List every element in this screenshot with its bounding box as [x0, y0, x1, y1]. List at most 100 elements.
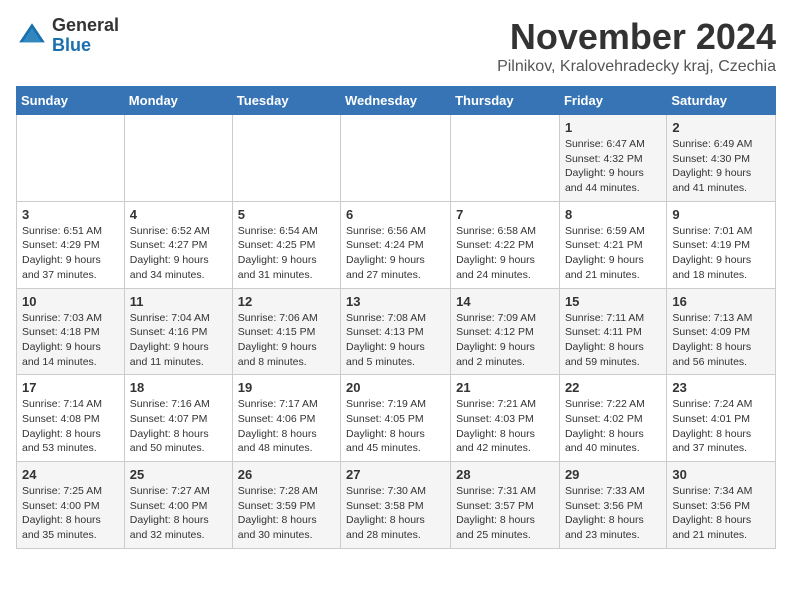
- day-info: Sunrise: 7:25 AM Sunset: 4:00 PM Dayligh…: [22, 484, 119, 543]
- day-info: Sunrise: 6:58 AM Sunset: 4:22 PM Dayligh…: [456, 224, 554, 283]
- day-number: 30: [672, 467, 770, 482]
- calendar-cell: 16Sunrise: 7:13 AM Sunset: 4:09 PM Dayli…: [667, 288, 776, 375]
- weekday-header-sunday: Sunday: [17, 87, 125, 115]
- month-title: November 2024: [497, 16, 776, 58]
- day-info: Sunrise: 7:11 AM Sunset: 4:11 PM Dayligh…: [565, 311, 661, 370]
- day-number: 6: [346, 207, 445, 222]
- day-number: 14: [456, 294, 554, 309]
- day-info: Sunrise: 7:33 AM Sunset: 3:56 PM Dayligh…: [565, 484, 661, 543]
- calendar-cell: 12 Sunrise: 7:06 AM Sunset: 4:15 PM Dayli…: [232, 288, 340, 375]
- day-number: 12: [238, 294, 335, 309]
- calendar-cell: 30 Sunrise: 7:34 AM Sunset: 3:56 PM Dayli…: [667, 462, 776, 549]
- weekday-header-row: SundayMondayTuesdayWednesdayThursdayFrid…: [17, 87, 776, 115]
- calendar-cell: 25Sunrise: 7:27 AM Sunset: 4:00 PM Dayli…: [124, 462, 232, 549]
- day-number: 22: [565, 380, 661, 395]
- day-info: Sunrise: 7:08 AM Sunset: 4:13 PM Dayligh…: [346, 311, 445, 370]
- calendar-cell: 5 Sunrise: 6:54 AM Sunset: 4:25 PM Daylig…: [232, 201, 340, 288]
- day-number: 7: [456, 207, 554, 222]
- calendar-cell: 13Sunrise: 7:08 AM Sunset: 4:13 PM Dayli…: [341, 288, 451, 375]
- logo-blue-text: Blue: [52, 36, 119, 56]
- day-number: 2: [672, 120, 770, 135]
- day-number: 17: [22, 380, 119, 395]
- day-info: Sunrise: 7:21 AM Sunset: 4:03 PM Dayligh…: [456, 397, 554, 456]
- calendar-cell: 6Sunrise: 6:56 AM Sunset: 4:24 PM Daylig…: [341, 201, 451, 288]
- calendar-cell: 28Sunrise: 7:31 AM Sunset: 3:57 PM Dayli…: [451, 462, 560, 549]
- day-info: Sunrise: 7:13 AM Sunset: 4:09 PM Dayligh…: [672, 311, 770, 370]
- day-info: Sunrise: 7:24 AM Sunset: 4:01 PM Dayligh…: [672, 397, 770, 456]
- day-number: 28: [456, 467, 554, 482]
- calendar-cell: 3 Sunrise: 6:51 AM Sunset: 4:29 PM Daylig…: [17, 201, 125, 288]
- title-area: November 2024 Pilnikov, Kralovehradecky …: [497, 16, 776, 76]
- location-title: Pilnikov, Kralovehradecky kraj, Czechia: [497, 58, 776, 76]
- day-info: Sunrise: 6:51 AM Sunset: 4:29 PM Dayligh…: [22, 224, 119, 283]
- calendar-cell: 19 Sunrise: 7:17 AM Sunset: 4:06 PM Dayli…: [232, 375, 340, 462]
- header: General Blue November 2024 Pilnikov, Kra…: [16, 16, 776, 76]
- day-number: 18: [130, 380, 227, 395]
- day-info: Sunrise: 7:19 AM Sunset: 4:05 PM Dayligh…: [346, 397, 445, 456]
- day-number: 9: [672, 207, 770, 222]
- day-number: 1: [565, 120, 661, 135]
- day-number: 27: [346, 467, 445, 482]
- calendar-cell: 4Sunrise: 6:52 AM Sunset: 4:27 PM Daylig…: [124, 201, 232, 288]
- calendar-cell: 1Sunrise: 6:47 AM Sunset: 4:32 PM Daylig…: [559, 115, 666, 202]
- day-number: 15: [565, 294, 661, 309]
- day-number: 20: [346, 380, 445, 395]
- day-number: 19: [238, 380, 335, 395]
- weekday-header-tuesday: Tuesday: [232, 87, 340, 115]
- calendar-cell: 29 Sunrise: 7:33 AM Sunset: 3:56 PM Dayli…: [559, 462, 666, 549]
- day-number: 5: [238, 207, 335, 222]
- calendar-cell: 21Sunrise: 7:21 AM Sunset: 4:03 PM Dayli…: [451, 375, 560, 462]
- calendar-cell: [232, 115, 340, 202]
- calendar-cell: [451, 115, 560, 202]
- calendar-cell: 2 Sunrise: 6:49 AM Sunset: 4:30 PM Daylig…: [667, 115, 776, 202]
- calendar-cell: 24 Sunrise: 7:25 AM Sunset: 4:00 PM Dayli…: [17, 462, 125, 549]
- day-info: Sunrise: 7:01 AM Sunset: 4:19 PM Dayligh…: [672, 224, 770, 283]
- day-number: 29: [565, 467, 661, 482]
- day-info: Sunrise: 7:28 AM Sunset: 3:59 PM Dayligh…: [238, 484, 335, 543]
- day-info: Sunrise: 7:27 AM Sunset: 4:00 PM Dayligh…: [130, 484, 227, 543]
- week-row-4: 17Sunrise: 7:14 AM Sunset: 4:08 PM Dayli…: [17, 375, 776, 462]
- day-info: Sunrise: 7:30 AM Sunset: 3:58 PM Dayligh…: [346, 484, 445, 543]
- day-info: Sunrise: 7:06 AM Sunset: 4:15 PM Dayligh…: [238, 311, 335, 370]
- calendar-cell: [341, 115, 451, 202]
- day-info: Sunrise: 7:34 AM Sunset: 3:56 PM Dayligh…: [672, 484, 770, 543]
- calendar-table: SundayMondayTuesdayWednesdayThursdayFrid…: [16, 86, 776, 549]
- day-number: 4: [130, 207, 227, 222]
- calendar-cell: 11Sunrise: 7:04 AM Sunset: 4:16 PM Dayli…: [124, 288, 232, 375]
- day-number: 11: [130, 294, 227, 309]
- calendar-cell: 7 Sunrise: 6:58 AM Sunset: 4:22 PM Daylig…: [451, 201, 560, 288]
- calendar-cell: 26 Sunrise: 7:28 AM Sunset: 3:59 PM Dayli…: [232, 462, 340, 549]
- day-number: 3: [22, 207, 119, 222]
- calendar-cell: 27 Sunrise: 7:30 AM Sunset: 3:58 PM Dayli…: [341, 462, 451, 549]
- day-info: Sunrise: 7:17 AM Sunset: 4:06 PM Dayligh…: [238, 397, 335, 456]
- week-row-1: 1Sunrise: 6:47 AM Sunset: 4:32 PM Daylig…: [17, 115, 776, 202]
- calendar-cell: 10 Sunrise: 7:03 AM Sunset: 4:18 PM Dayli…: [17, 288, 125, 375]
- day-number: 26: [238, 467, 335, 482]
- day-number: 8: [565, 207, 661, 222]
- weekday-header-saturday: Saturday: [667, 87, 776, 115]
- day-number: 24: [22, 467, 119, 482]
- week-row-2: 3 Sunrise: 6:51 AM Sunset: 4:29 PM Daylig…: [17, 201, 776, 288]
- day-info: Sunrise: 6:49 AM Sunset: 4:30 PM Dayligh…: [672, 137, 770, 196]
- calendar-cell: 22 Sunrise: 7:22 AM Sunset: 4:02 PM Dayli…: [559, 375, 666, 462]
- day-info: Sunrise: 7:09 AM Sunset: 4:12 PM Dayligh…: [456, 311, 554, 370]
- weekday-header-wednesday: Wednesday: [341, 87, 451, 115]
- weekday-header-monday: Monday: [124, 87, 232, 115]
- calendar-cell: [17, 115, 125, 202]
- day-info: Sunrise: 6:54 AM Sunset: 4:25 PM Dayligh…: [238, 224, 335, 283]
- day-info: Sunrise: 7:03 AM Sunset: 4:18 PM Dayligh…: [22, 311, 119, 370]
- calendar-cell: 14 Sunrise: 7:09 AM Sunset: 4:12 PM Dayli…: [451, 288, 560, 375]
- day-number: 23: [672, 380, 770, 395]
- calendar-cell: 17Sunrise: 7:14 AM Sunset: 4:08 PM Dayli…: [17, 375, 125, 462]
- week-row-5: 24 Sunrise: 7:25 AM Sunset: 4:00 PM Dayli…: [17, 462, 776, 549]
- weekday-header-friday: Friday: [559, 87, 666, 115]
- calendar-cell: 8Sunrise: 6:59 AM Sunset: 4:21 PM Daylig…: [559, 201, 666, 288]
- logo-icon: [16, 20, 48, 52]
- calendar-cell: [124, 115, 232, 202]
- calendar-cell: 9 Sunrise: 7:01 AM Sunset: 4:19 PM Daylig…: [667, 201, 776, 288]
- day-number: 10: [22, 294, 119, 309]
- day-info: Sunrise: 7:22 AM Sunset: 4:02 PM Dayligh…: [565, 397, 661, 456]
- calendar-cell: 15 Sunrise: 7:11 AM Sunset: 4:11 PM Dayli…: [559, 288, 666, 375]
- calendar-cell: 20 Sunrise: 7:19 AM Sunset: 4:05 PM Dayli…: [341, 375, 451, 462]
- calendar-cell: 23 Sunrise: 7:24 AM Sunset: 4:01 PM Dayli…: [667, 375, 776, 462]
